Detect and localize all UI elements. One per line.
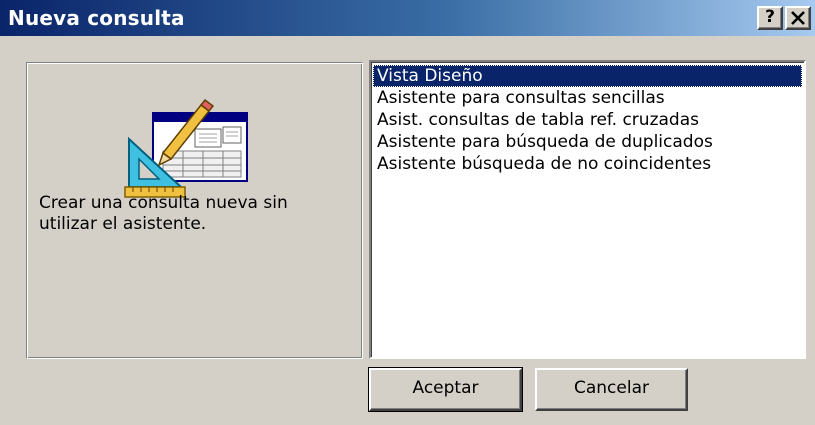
list-item[interactable]: Asistente para consultas sencillas	[373, 87, 802, 109]
help-button[interactable]: ?	[757, 6, 783, 30]
query-type-list[interactable]: Vista Diseño Asistente para consultas sen…	[369, 60, 806, 359]
cancel-button[interactable]: Cancelar	[535, 368, 688, 411]
close-button[interactable]	[785, 6, 811, 30]
list-item[interactable]: Asistente búsqueda de no coincidentes	[373, 153, 802, 175]
close-icon	[791, 11, 805, 25]
ok-button[interactable]: Aceptar	[368, 367, 523, 412]
title-bar[interactable]: Nueva consulta ?	[0, 0, 815, 36]
description-text: Crear una consulta nueva sin utilizar el…	[39, 193, 288, 234]
new-query-dialog: Nueva consulta ? Crear una consulta nuev…	[0, 0, 815, 425]
list-item[interactable]: Vista Diseño	[373, 65, 802, 87]
list-item[interactable]: Asistente para búsqueda de duplicados	[373, 131, 802, 153]
list-item[interactable]: Asist. consultas de tabla ref. cruzadas	[373, 109, 802, 131]
description-panel: Crear una consulta nueva sin utilizar el…	[26, 62, 363, 359]
dialog-title: Nueva consulta	[8, 6, 185, 30]
